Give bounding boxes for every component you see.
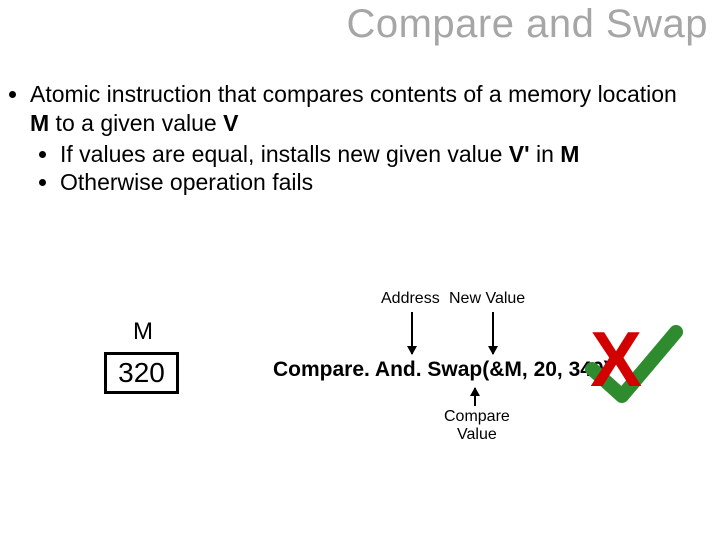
var-vprime: V' [509, 141, 530, 167]
label-new-value: New Value [449, 290, 525, 308]
bullet-main: Atomic instruction that compares content… [30, 80, 700, 197]
text: Atomic instruction that compares content… [30, 81, 677, 107]
slide-title: Compare and Swap [346, 2, 708, 47]
var-m: M [30, 110, 49, 136]
function-call: Compare. And. Swap(&M, 20, 340) [273, 358, 611, 382]
slide: Compare and Swap Atomic instruction that… [0, 0, 720, 540]
var-m: M [560, 141, 579, 167]
bullet-sub-2: Otherwise operation fails [60, 168, 700, 197]
text: to a given value [49, 110, 223, 136]
x-icon: X [590, 320, 642, 398]
label-compare-value: Compare Value [444, 408, 510, 445]
text: in [530, 141, 561, 167]
result-indicator: X [590, 320, 680, 410]
text: Compare [444, 408, 510, 425]
memory-box: 320 [104, 352, 179, 394]
bullet-sub-1: If values are equal, installs new given … [60, 140, 700, 169]
arrow-down-icon [492, 312, 494, 354]
text: Value [457, 426, 497, 443]
memory-label: M [133, 318, 153, 346]
label-address: Address [381, 290, 440, 308]
arrow-up-icon [474, 388, 476, 406]
arrow-down-icon [411, 312, 413, 354]
var-v: V [223, 110, 238, 136]
text: If values are equal, installs new given … [60, 141, 509, 167]
bullet-list: Atomic instruction that compares content… [8, 80, 700, 197]
